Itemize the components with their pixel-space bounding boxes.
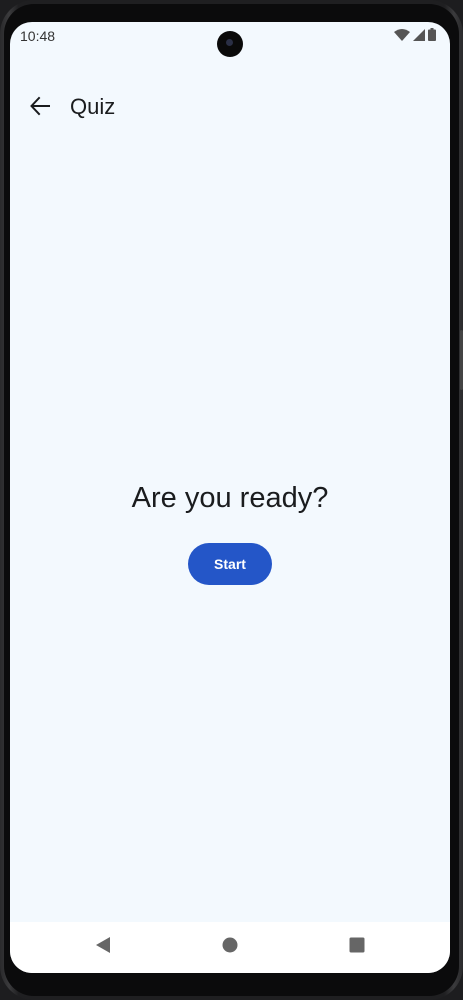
home-circle-icon — [222, 937, 238, 958]
nav-home-button[interactable] — [219, 936, 241, 958]
start-button[interactable]: Start — [188, 543, 272, 585]
back-triangle-icon — [95, 936, 111, 959]
battery-icon — [428, 28, 436, 46]
front-camera — [217, 31, 243, 57]
wifi-icon — [394, 28, 410, 46]
page-title: Quiz — [70, 94, 116, 119]
nav-back-button[interactable] — [92, 936, 114, 958]
system-nav-bar — [10, 922, 450, 973]
device-frame: 10:48 Quiz Are you ready? Start — [0, 0, 463, 1000]
signal-icon — [413, 28, 425, 46]
ready-prompt: Are you ready? — [131, 482, 329, 514]
status-bar: 10:48 — [10, 22, 450, 57]
status-icons — [394, 28, 436, 46]
screen: 10:48 Quiz Are you ready? Start — [10, 22, 450, 973]
top-app-bar: Quiz — [10, 82, 450, 134]
back-button[interactable] — [24, 92, 56, 124]
arrow-back-icon — [29, 95, 51, 122]
nav-recents-button[interactable] — [346, 936, 368, 958]
status-time: 10:48 — [20, 28, 56, 44]
recents-square-icon — [349, 937, 365, 958]
